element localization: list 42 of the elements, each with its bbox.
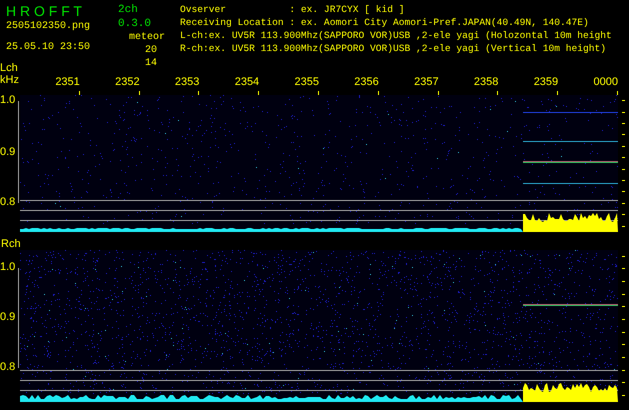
meteor-label: meteor: [128, 31, 165, 44]
version-label: 2ch 0.3.0: [118, 3, 152, 31]
tick-mark: [497, 91, 498, 95]
channel-info: L-ch:ex. UV5R 113.900Mhz(SAPPORO VOR)USB ,2-ele yagi (Holozontal 10m height: [180, 29, 612, 42]
channel-label: Rch: [0, 238, 22, 250]
tick-mark: [138, 91, 140, 95]
time-label: 2352: [115, 76, 140, 88]
tick-mark: [318, 91, 319, 95]
app-name: H R O F F T: [6, 3, 83, 19]
channel-label: Lch: [0, 62, 19, 74]
y-axis-label: 0.8: [0, 362, 16, 373]
tick-mark: [557, 91, 558, 95]
info-value: : ex. JR7CYX [ kid ]: [289, 3, 406, 16]
y-axis-label: 0.8: [0, 197, 16, 208]
tick-mark: [78, 91, 80, 95]
info-value: : ex. Aomori City Aomori-Pref.JAPAN(40.49N, 140.47E): [289, 16, 590, 29]
time-label: 2359: [534, 76, 558, 88]
tick-mark: [438, 91, 439, 95]
y-axis-label: 0.9: [0, 312, 16, 323]
filename: 2505102350.png: [6, 20, 92, 33]
time-label: 2351: [55, 76, 80, 88]
y-axis-label: 0.9: [0, 147, 16, 158]
time-label: 0000: [593, 76, 618, 88]
time-label: 2354: [234, 76, 260, 88]
time-label: 2358: [474, 76, 498, 88]
tick-mark: [616, 91, 618, 95]
time-label: 2353: [174, 76, 200, 88]
info-label: Ovserver: [180, 3, 228, 16]
unit-label: kHz: [0, 74, 20, 86]
time-label: 2356: [354, 76, 379, 88]
tick-mark: [198, 91, 200, 95]
time-label: 2355: [294, 76, 319, 88]
y-axis-label: 1.0: [0, 95, 16, 106]
channel-info: R-ch:ex. UV5R 113.900Mhz(SAPPORO VOR)USB ,2-ele yagi (Vertical 10m height): [180, 42, 608, 55]
timestamp: 25.05.10 23:50: [6, 41, 92, 54]
tick-mark: [258, 91, 260, 95]
meteor-count: 20: [144, 44, 157, 57]
y-axis-label: 1.0: [0, 262, 16, 273]
time-label: 2357: [414, 76, 439, 88]
info-label: Receiving Location: [180, 16, 284, 29]
tick-mark: [378, 91, 379, 95]
meteor-count: 14: [144, 57, 157, 70]
